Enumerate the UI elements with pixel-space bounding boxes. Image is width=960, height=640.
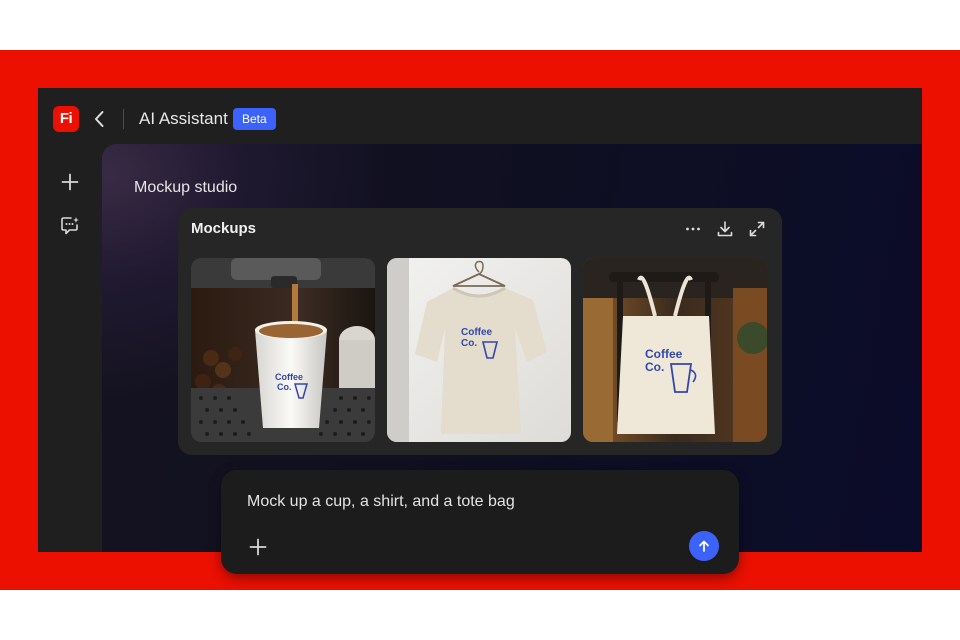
app-logo: Fi [53, 106, 79, 132]
tote-mockup-image: Coffee Co. [583, 258, 767, 442]
page-title: AI Assistant [139, 109, 228, 128]
shirt-mockup-image: Coffee Co. [387, 258, 571, 442]
mockup-thumbnail-shirt[interactable]: Coffee Co. [387, 258, 571, 442]
attach-button[interactable] [247, 536, 269, 558]
new-chat-button[interactable] [56, 168, 84, 196]
arrow-up-icon [699, 540, 709, 552]
expand-button[interactable] [748, 220, 766, 238]
more-options-button[interactable] [684, 220, 702, 238]
tote-brand-line2: Co. [645, 360, 664, 374]
cup-brand-line2: Co. [277, 382, 292, 392]
send-button[interactable] [689, 531, 719, 561]
back-button[interactable] [90, 108, 110, 130]
top-bar: Fi AI Assistant Beta [38, 88, 922, 144]
cup-brand-line1: Coffee [275, 372, 303, 382]
shirt-brand-line1: Coffee [461, 327, 493, 338]
chat-sparkle-icon [61, 217, 79, 235]
download-icon [717, 221, 733, 237]
plus-icon [61, 173, 79, 191]
shirt-brand-line2: Co. [461, 338, 477, 349]
mockup-thumbnail-cup[interactable]: Coffee Co. [191, 258, 375, 442]
card-title: Mockups [191, 220, 257, 237]
more-icon [686, 227, 700, 231]
expand-icon [749, 221, 765, 237]
header-divider [123, 109, 124, 129]
mockups-card: Mockups Coffee Co. Coffee Co. Coffee Co. [178, 208, 782, 455]
tote-brand-line1: Coffee [645, 347, 683, 361]
mockup-thumbnail-tote[interactable]: Coffee Co. [583, 258, 767, 442]
download-button[interactable] [716, 220, 734, 238]
prompt-box: Mock up a cup, a shirt, and a tote bag [221, 470, 739, 574]
section-title: Mockup studio [134, 179, 238, 196]
chevron-left-icon [95, 111, 104, 127]
chat-history-button[interactable] [56, 212, 84, 240]
beta-badge: Beta [233, 108, 276, 130]
card-actions [684, 220, 766, 238]
cup-mockup-image: Coffee Co. [191, 258, 375, 442]
left-rail [38, 144, 102, 552]
prompt-input[interactable]: Mock up a cup, a shirt, and a tote bag [247, 491, 515, 513]
plus-icon [249, 538, 267, 556]
